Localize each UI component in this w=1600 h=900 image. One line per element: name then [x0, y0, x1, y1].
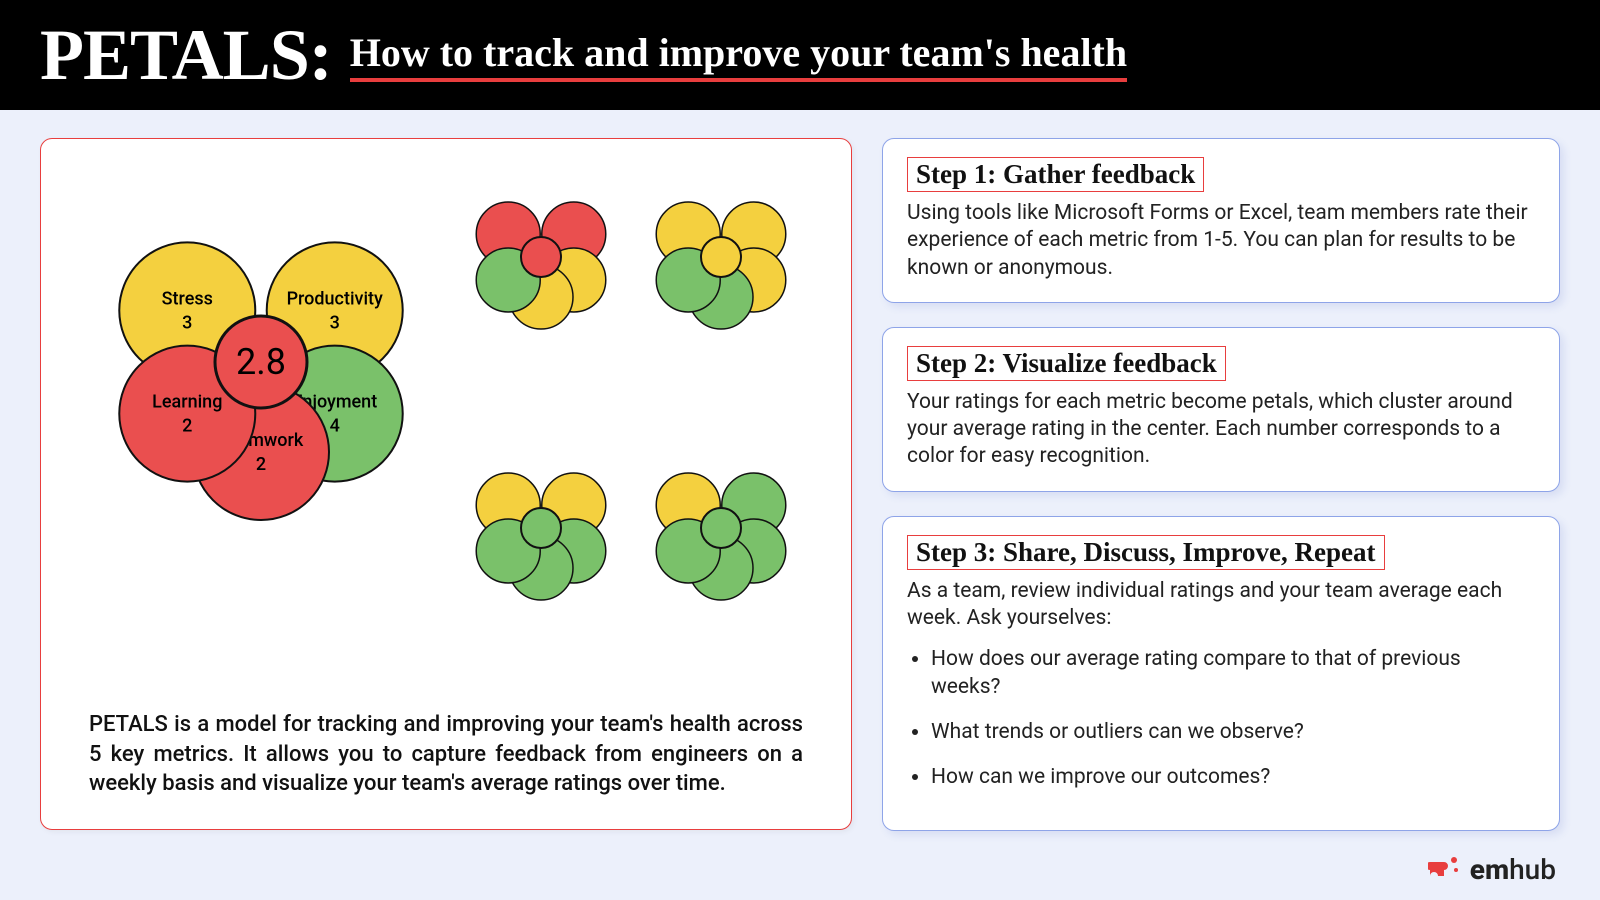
bullet: How does our average rating compare to t…	[931, 646, 1535, 701]
overview-description: PETALS is a model for tracking and impro…	[81, 710, 811, 799]
svg-text:Productivity: Productivity	[287, 288, 383, 309]
header: PETALS: How to track and improve your te…	[0, 0, 1600, 110]
steps-column: Step 1: Gather feedback Using tools like…	[882, 138, 1560, 830]
svg-text:3: 3	[330, 312, 340, 333]
diagram-row: Stress3Productivity3Enjoyment4Teamwork2L…	[81, 167, 811, 710]
step-bullets: How does our average rating compare to t…	[931, 646, 1535, 791]
puzzle-icon	[1428, 852, 1462, 886]
small-flower-3	[451, 438, 631, 709]
page-subtitle: How to track and improve your team's hea…	[350, 29, 1127, 82]
small-flower-1	[451, 167, 631, 438]
step-title: Step 3: Share, Discuss, Improve, Repeat	[907, 535, 1385, 570]
svg-text:4: 4	[330, 416, 340, 437]
footer-brand: emhub	[1470, 853, 1556, 886]
svg-text:2.8: 2.8	[236, 341, 286, 383]
svg-text:2: 2	[256, 454, 266, 475]
step-card-2: Step 2: Visualize feedback Your ratings …	[882, 327, 1560, 492]
step-body: Using tools like Microsoft Forms or Exce…	[907, 200, 1535, 282]
step-title: Step 2: Visualize feedback	[907, 346, 1226, 381]
small-flower-2	[631, 167, 811, 438]
step-body: Your ratings for each metric become peta…	[907, 389, 1535, 471]
step-card-1: Step 1: Gather feedback Using tools like…	[882, 138, 1560, 303]
svg-text:2: 2	[182, 416, 192, 437]
overview-card: Stress3Productivity3Enjoyment4Teamwork2L…	[40, 138, 852, 830]
footer-logo: emhub	[1428, 852, 1556, 886]
svg-text:Learning: Learning	[152, 392, 222, 413]
main-flower-diagram: Stress3Productivity3Enjoyment4Teamwork2L…	[81, 167, 441, 567]
step-body-text: As a team, review individual ratings and…	[907, 579, 1502, 630]
page-title: PETALS:	[40, 14, 332, 97]
step-body: As a team, review individual ratings and…	[907, 578, 1535, 792]
bullet: What trends or outliers can we observe?	[931, 719, 1535, 746]
step-card-3: Step 3: Share, Discuss, Improve, Repeat …	[882, 516, 1560, 831]
small-flower-4	[631, 438, 811, 709]
small-flowers-grid	[451, 167, 811, 710]
step-title: Step 1: Gather feedback	[907, 157, 1204, 192]
main-body: Stress3Productivity3Enjoyment4Teamwork2L…	[0, 110, 1600, 840]
svg-text:Stress: Stress	[162, 288, 213, 309]
svg-text:3: 3	[182, 312, 192, 333]
bullet: How can we improve our outcomes?	[931, 764, 1535, 791]
